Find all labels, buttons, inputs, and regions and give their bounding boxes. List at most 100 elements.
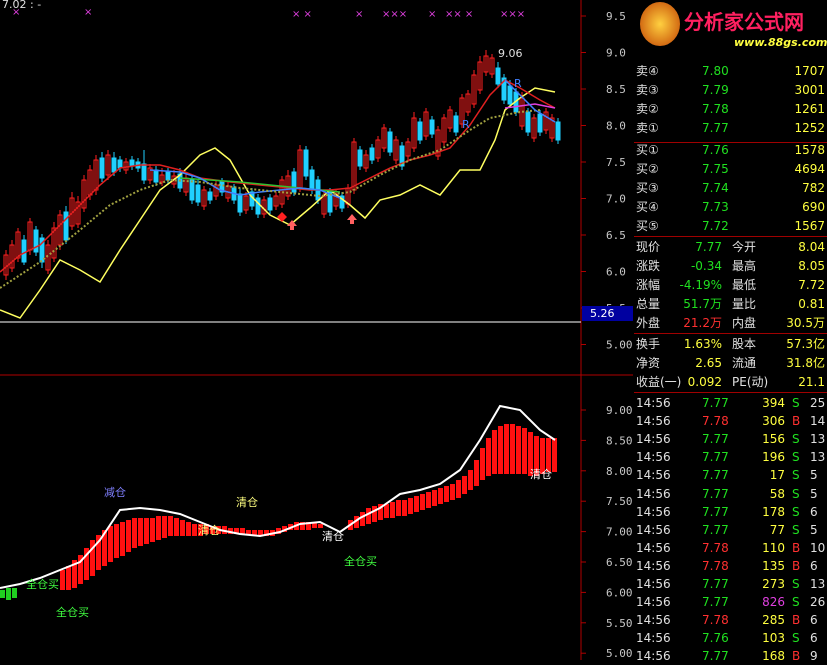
tick-time: 14:56	[636, 396, 671, 410]
tick-row[interactable]: 14:56 7.78 135 B 6	[634, 557, 827, 575]
sub-tick-label: 5.50	[606, 617, 633, 630]
quote-row: 外盘 21.2万 内盘 30.5万	[634, 314, 827, 332]
position-bar	[126, 520, 131, 552]
kline-chart[interactable]: 9.59.08.58.07.57.06.56.05.55.00 9.008.50…	[0, 0, 633, 660]
position-bar	[456, 480, 461, 498]
bid-row[interactable]: 买③ 7.74 782	[634, 179, 827, 197]
tick-time: 14:56	[636, 486, 671, 501]
tick-side: B	[792, 558, 801, 573]
tick-side: S	[792, 468, 800, 483]
ask-label: 卖③	[636, 83, 659, 97]
quote-label: PE(动)	[732, 375, 769, 389]
tick-volume: 156	[762, 432, 785, 447]
quote-value: -4.19%	[679, 278, 722, 292]
ask-row[interactable]: 卖④ 7.80 1707	[634, 62, 827, 80]
tick-row[interactable]: 14:56 7.78 306 B 14	[634, 412, 827, 430]
tick-row[interactable]: 14:56 7.77 17 S 5	[634, 466, 827, 484]
candle-body	[207, 191, 213, 201]
ask-row[interactable]: 卖③ 7.79 3001	[634, 81, 827, 99]
signal-marker: ×××	[500, 9, 525, 20]
tick-count: 13	[810, 432, 826, 447]
signal-marker: ×× ×	[445, 9, 473, 20]
position-bar	[408, 498, 413, 514]
tick-row[interactable]: 14:56 7.76 103 S 6	[634, 629, 827, 647]
bid-row[interactable]: 买① 7.76 1578	[634, 141, 827, 159]
tick-row[interactable]: 14:56 7.77 156 S 13	[634, 430, 827, 448]
position-bar	[192, 524, 197, 536]
bid-row[interactable]: 买④ 7.73 690	[634, 198, 827, 216]
candle-body	[129, 159, 135, 167]
tick-price: 7.78	[702, 540, 729, 555]
ask-volume: 1707	[794, 64, 825, 78]
main-tick-label: 8.0	[606, 120, 626, 133]
ask-volume: 3001	[794, 83, 825, 97]
tick-volume: 103	[762, 631, 785, 646]
ask-price: 7.78	[702, 102, 729, 116]
tick-row[interactable]: 14:56 7.77 394 S 25	[634, 394, 827, 412]
tick-volume: 826	[762, 595, 785, 610]
tick-time: 14:56	[636, 540, 671, 555]
tick-count: 13	[810, 450, 826, 465]
main-tick-label: 9.0	[606, 47, 626, 60]
main-y-axis: 9.59.08.58.07.57.06.56.05.55.00	[581, 10, 633, 352]
bid-row[interactable]: 买② 7.75 4694	[634, 160, 827, 178]
tick-time: 14:56	[636, 468, 671, 483]
tick-row[interactable]: 14:56 7.77 178 S 6	[634, 503, 827, 521]
tick-count: 6	[810, 613, 818, 628]
ask-row[interactable]: 卖② 7.78 1261	[634, 100, 827, 118]
r-label: R	[514, 77, 522, 90]
position-bar	[360, 512, 365, 526]
tick-row[interactable]: 14:56 7.78 110 B 10	[634, 539, 827, 557]
tick-count: 26	[810, 595, 826, 610]
main-tick-label: 7.5	[606, 156, 626, 169]
tick-price: 7.77	[702, 577, 729, 591]
quote-value: 21.1	[798, 375, 825, 389]
candle-body	[267, 197, 273, 211]
candle-body	[99, 157, 105, 179]
position-bar	[486, 438, 491, 476]
main-tick-label: 5.00	[606, 339, 633, 352]
tick-row[interactable]: 14:56 7.77 826 S 26	[634, 593, 827, 611]
candle-body	[21, 239, 27, 263]
quote-label: 量比	[732, 297, 757, 311]
bid-price: 7.75	[702, 162, 729, 176]
tick-side: S	[792, 522, 800, 537]
position-bar	[462, 476, 467, 494]
candle-body	[453, 115, 459, 133]
ask-price: 7.77	[702, 121, 729, 135]
ask-row[interactable]: 卖① 7.77 1252	[634, 119, 827, 137]
tick-row[interactable]: 14:56 7.77 273 S 13	[634, 575, 827, 593]
tick-row[interactable]: 14:56 7.77 168 B 9	[634, 647, 827, 665]
tick-count: 9	[810, 649, 818, 664]
chart-area[interactable]: 9.59.08.58.07.57.06.56.05.55.00 9.008.50…	[0, 0, 633, 660]
quote-label: 内盘	[732, 316, 757, 330]
ask-volume: 1252	[794, 121, 825, 135]
candles	[3, 50, 561, 280]
candle-body	[33, 229, 39, 253]
signal-label-reduce: 减仓	[104, 485, 126, 499]
bid-price: 7.76	[702, 143, 729, 157]
quote-panel: 卖④ 7.80 1707 卖③ 7.79 3001 卖② 7.78 1261 卖…	[634, 0, 827, 663]
candle-body	[165, 171, 171, 181]
tick-time: 14:56	[636, 522, 671, 537]
bid-label: 买④	[636, 200, 659, 214]
signal-label-buy: 全仓买	[56, 605, 89, 619]
peak-price-label: 9.06	[498, 47, 523, 60]
tick-row[interactable]: 14:56 7.77 77 S 5	[634, 521, 827, 539]
tick-row[interactable]: 14:56 7.77 196 S 13	[634, 448, 827, 466]
position-bar	[12, 588, 17, 598]
tick-row[interactable]: 14:56 7.77 58 S 5	[634, 485, 827, 503]
position-bar	[108, 526, 113, 562]
quote-label: 今开	[732, 240, 757, 254]
tick-count: 13	[810, 577, 826, 591]
bid-row[interactable]: 买⑤ 7.72 1567	[634, 217, 827, 235]
signal-marker: × ×	[292, 9, 312, 20]
tick-row[interactable]: 14:56 7.78 285 B 6	[634, 611, 827, 629]
tick-volume: 77	[769, 522, 785, 537]
tick-price: 7.77	[702, 595, 729, 610]
tick-price: 7.77	[702, 649, 729, 664]
tick-side: B	[792, 649, 801, 664]
quote-row: 总量 51.7万 量比 0.81	[634, 295, 827, 313]
main-tick-label: 8.5	[606, 83, 626, 96]
tick-price: 7.77	[702, 468, 729, 483]
